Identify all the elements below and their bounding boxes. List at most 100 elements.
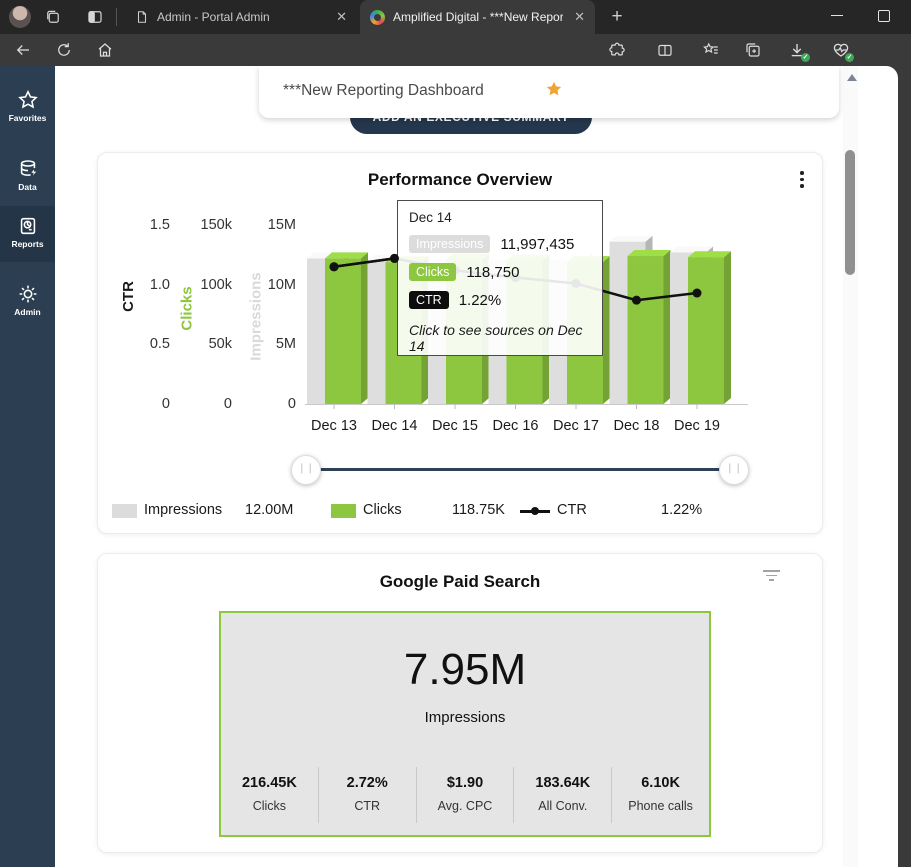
tab-amplified-digital[interactable]: Amplified Digital - ***New Repor ✕ [360,0,595,34]
google-main-label: Impressions [221,709,709,726]
range-slider-right-handle[interactable]: ❘❘ [719,455,749,485]
refresh-icon[interactable] [55,41,73,59]
metric-label: All Conv. [514,799,611,813]
tooltip-impressions-value: 11,997,435 [500,236,574,253]
browser-essentials-icon[interactable]: ✓ [832,41,850,59]
range-slider-left-handle[interactable]: ❘❘ [291,455,321,485]
dashboard-page: Let's ge ADD AN EXECUTIVE SUMMARY ***New… [55,66,898,867]
home-icon[interactable] [96,41,114,59]
window-maximize-button[interactable] [864,0,904,30]
tab-close-icon[interactable]: ✕ [574,9,585,25]
page-scrollbar-thumb[interactable] [845,150,855,275]
sidebar-item-reports[interactable]: Reports [0,206,55,262]
page-favicon-icon [135,10,149,24]
tab-close-icon[interactable]: ✕ [336,9,347,25]
google-metric: 2.72% CTR [318,767,416,823]
y-axis-tick: 0 [236,396,296,412]
filter-icon[interactable] [762,570,780,584]
workspaces-icon[interactable] [44,8,62,26]
tab-admin-portal[interactable]: Admin - Portal Admin ✕ [125,0,357,34]
sidebar-item-favorites[interactable]: Favorites [0,80,55,132]
chart-tooltip[interactable]: Dec 14 Impressions11,997,435 Clicks118,7… [397,200,603,356]
card-menu-icon[interactable] [800,171,804,191]
y-axis-tick: 1.0 [110,277,170,293]
window-minimize-button[interactable] [818,0,858,30]
x-axis-label: Dec 15 [423,418,487,434]
legend-ctr-value: 1.22% [661,502,702,518]
metric-value: 216.45K [221,775,318,791]
tooltip-impressions-badge: Impressions [409,235,490,253]
y-axis-tick: 0 [110,396,170,412]
google-metric: $1.90Avg. CPC [416,767,514,823]
tooltip-footer: Click to see sources on Dec 14 [409,322,591,354]
sidebar-item-label: Reports [0,239,55,258]
card-title: Performance Overview [98,170,822,190]
tab-title: Admin - Portal Admin [157,10,270,24]
metric-label: Clicks [221,799,318,813]
legend-clicks-value: 118.75K [452,502,505,518]
metric-label: CTR [319,799,416,813]
report-icon [17,215,39,237]
collections-icon[interactable] [744,41,762,59]
y-axis-tick: 5M [236,336,296,352]
extensions-puzzle-icon[interactable] [608,41,626,59]
scroll-up-arrow[interactable] [847,74,857,81]
range-slider-track[interactable] [305,468,733,471]
dashboard-title: ***New Reporting Dashboard [283,82,484,100]
app-sidebar: Favorites Data Reports Admin [0,66,55,867]
essentials-check-badge: ✓ [845,53,854,62]
legend-impressions-swatch[interactable] [112,504,137,518]
window-frame-edge [898,66,911,867]
card-title: Google Paid Search [98,572,822,592]
x-axis-label: Dec 19 [665,418,729,434]
y-axis-tick: 0.5 [110,336,170,352]
tab-strip: Admin - Portal Admin ✕ Amplified Digital… [0,0,911,34]
back-icon[interactable] [14,41,32,59]
sidebar-item-admin[interactable]: Admin [0,274,55,326]
y-axis-tick: 1.5 [110,217,170,233]
tab-actions-icon[interactable] [86,8,104,26]
favorite-dashboard-star-icon[interactable] [545,80,563,98]
amplified-favicon-icon [370,10,385,25]
tab-title: Amplified Digital - ***New Repor [393,10,563,24]
download-check-badge: ✓ [801,53,810,62]
y-axis-tick: 100k [172,277,232,293]
x-axis-label: Dec 18 [605,418,669,434]
legend-clicks-label[interactable]: Clicks [363,502,402,518]
legend-clicks-swatch[interactable] [331,504,356,518]
sidebar-item-label: Favorites [0,113,55,132]
split-screen-icon[interactable] [656,41,674,59]
legend-ctr-label[interactable]: CTR [557,502,587,518]
legend-impressions-label[interactable]: Impressions [144,502,222,518]
profile-avatar[interactable] [9,6,31,28]
legend-ctr-line-swatch[interactable] [520,510,550,513]
downloads-icon[interactable]: ✓ [788,41,806,59]
sidebar-item-label: Admin [0,307,55,326]
dashboard-header-bar: ***New Reporting Dashboard [259,66,839,118]
favorites-list-icon[interactable] [702,41,720,59]
google-metrics-row: 216.45K Clicks2.72% CTR$1.90Avg. CPC183.64… [221,767,709,823]
tooltip-clicks-badge: Clicks [409,263,456,281]
sidebar-item-data[interactable]: Data [0,149,55,201]
tooltip-ctr-badge: CTR [409,291,449,309]
x-axis-label: Dec 17 [544,418,608,434]
y-axis-tick: 0 [172,396,232,412]
new-tab-button[interactable]: + [604,4,630,30]
google-metric: 216.45K Clicks [221,767,318,823]
x-axis-label: Dec 16 [484,418,548,434]
tabstrip-divider [116,8,117,26]
y-axis-tick: 150k [172,217,232,233]
browser-window: Admin - Portal Admin ✕ Amplified Digital… [0,0,911,867]
google-metric: 6.10KPhone calls [611,767,709,823]
legend-impressions-value: 12.00M [245,502,293,518]
google-metric: 183.64K All Conv. [513,767,611,823]
star-icon [17,89,39,111]
metric-label: Phone calls [612,799,709,813]
x-axis-label: Dec 13 [302,418,366,434]
metric-value: 2.72% [319,775,416,791]
metric-label: Avg. CPC [417,799,514,813]
google-stats-box: 7.95M Impressions 216.45KClicks2.72%CTR$… [219,611,711,837]
y-axis-tick: 15M [236,217,296,233]
google-paid-search-card: Google Paid Search 7.95M Impressions 216… [97,553,823,853]
metric-value: 183.64K [514,775,611,791]
